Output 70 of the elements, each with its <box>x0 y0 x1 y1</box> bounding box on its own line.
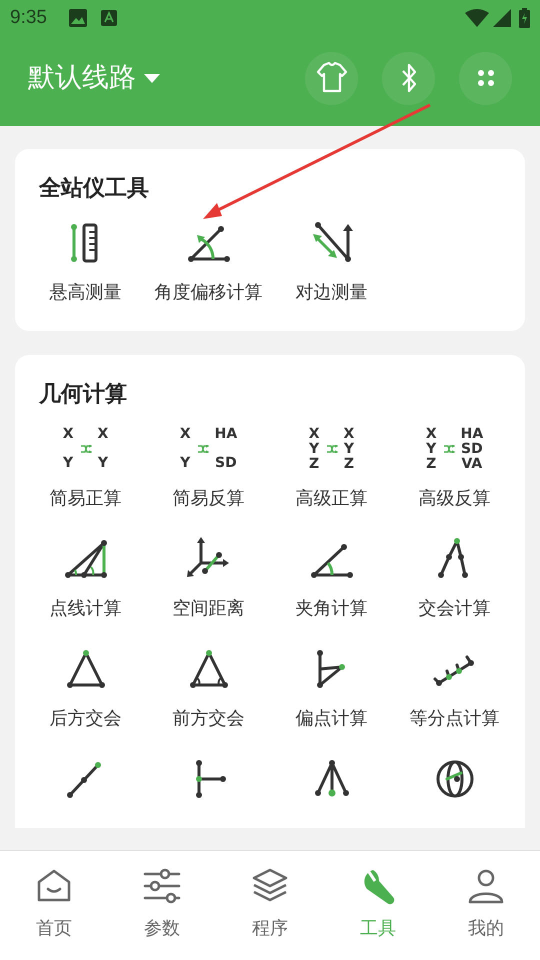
shirt-icon <box>314 61 348 95</box>
axis-label: SD <box>215 456 237 471</box>
keyboard-icon <box>100 10 117 26</box>
swap-icon <box>442 445 455 453</box>
swap-icon <box>326 445 338 453</box>
axis-label: Y <box>98 456 108 471</box>
card-title: 几何计算 <box>38 381 128 409</box>
axis-label: Z <box>344 456 354 472</box>
tool-label: 高级正算 <box>296 487 368 511</box>
axis-label: Y <box>309 442 320 456</box>
tool-tile[interactable]: X Y HA SD 简易反算 <box>172 425 244 512</box>
caret-icon <box>144 74 160 82</box>
tool-label: 简易正算 <box>50 487 122 511</box>
battery-icon <box>519 8 530 28</box>
axis-label: X <box>98 427 108 442</box>
axis-label: Z <box>309 456 320 472</box>
tool-tile[interactable]: X Y Z HA SD VA 高级反算 <box>418 425 490 512</box>
tool-tile[interactable]: 偏点计算 <box>296 645 368 732</box>
tool-tile[interactable]: 交会计算 <box>418 535 490 622</box>
swap-icon <box>196 445 209 453</box>
tool-label: 简易反算 <box>172 487 244 511</box>
tool-tile[interactable]: 对边测量 <box>296 219 368 306</box>
nav-tab[interactable]: 参数 <box>108 851 216 960</box>
image-icon <box>68 9 87 27</box>
person-icon <box>467 867 505 905</box>
tool-label: 交会计算 <box>418 597 490 621</box>
axis-label: HA <box>460 426 484 442</box>
status-time: 9:35 <box>10 6 47 30</box>
axis-label: X <box>308 426 320 442</box>
nav-tab[interactable]: 我的 <box>432 851 540 960</box>
axis-label: SD <box>461 442 483 456</box>
axis-label: X <box>180 427 191 442</box>
tool-label: 夹角计算 <box>296 597 368 621</box>
axis-label: Y <box>180 456 190 471</box>
tool-label: 偏点计算 <box>296 707 368 731</box>
tool-label: 空间距离 <box>172 597 244 621</box>
tool-tile[interactable]: 等分点计算 <box>410 645 500 732</box>
tool-label: 高级反算 <box>418 487 490 511</box>
nav-tab[interactable]: 首页 <box>0 851 108 960</box>
axis-label: X <box>344 426 354 442</box>
signal-icon <box>493 9 511 27</box>
tool-tile[interactable]: 夹角计算 <box>296 535 368 622</box>
tool-label: 后方交会 <box>50 707 122 731</box>
axis-label: VA <box>462 456 482 472</box>
tool-label: 对边测量 <box>296 281 368 305</box>
axis-label: X <box>62 427 74 442</box>
axis-label: HA <box>214 427 238 442</box>
tool-tile[interactable]: 角度偏移计算 <box>154 219 262 306</box>
tool-tile[interactable]: X Y X Y 简易正算 <box>50 425 122 512</box>
tool-label: 等分点计算 <box>410 707 500 731</box>
tool-tile[interactable]: 悬高测量 <box>50 219 122 306</box>
axis-label: Y <box>426 442 436 456</box>
nav-tab[interactable]: 程序 <box>216 851 324 960</box>
axis-label: Y <box>63 456 74 471</box>
tool-tile[interactable]: X Y Z X Y Z 高级正算 <box>296 425 368 512</box>
card-title: 全站仪工具 <box>38 175 150 203</box>
axis-label: Z <box>426 456 436 472</box>
tool-label: 悬高测量 <box>50 281 122 305</box>
tool-tile[interactable]: 点线计算 <box>50 535 122 622</box>
tool-tile[interactable]: 后方交会 <box>50 645 122 732</box>
swap-icon <box>80 445 92 453</box>
wifi-icon <box>465 9 489 27</box>
tool-label: 点线计算 <box>50 597 122 621</box>
axis-label: Y <box>344 442 354 456</box>
sliders-icon <box>143 867 181 905</box>
tool-tile[interactable]: 前方交会 <box>172 645 244 732</box>
tool-label: 前方交会 <box>172 707 244 731</box>
tool-tile[interactable]: 空间距离 <box>172 535 244 622</box>
tool-label: 角度偏移计算 <box>154 281 262 305</box>
axis-label: X <box>426 426 437 442</box>
